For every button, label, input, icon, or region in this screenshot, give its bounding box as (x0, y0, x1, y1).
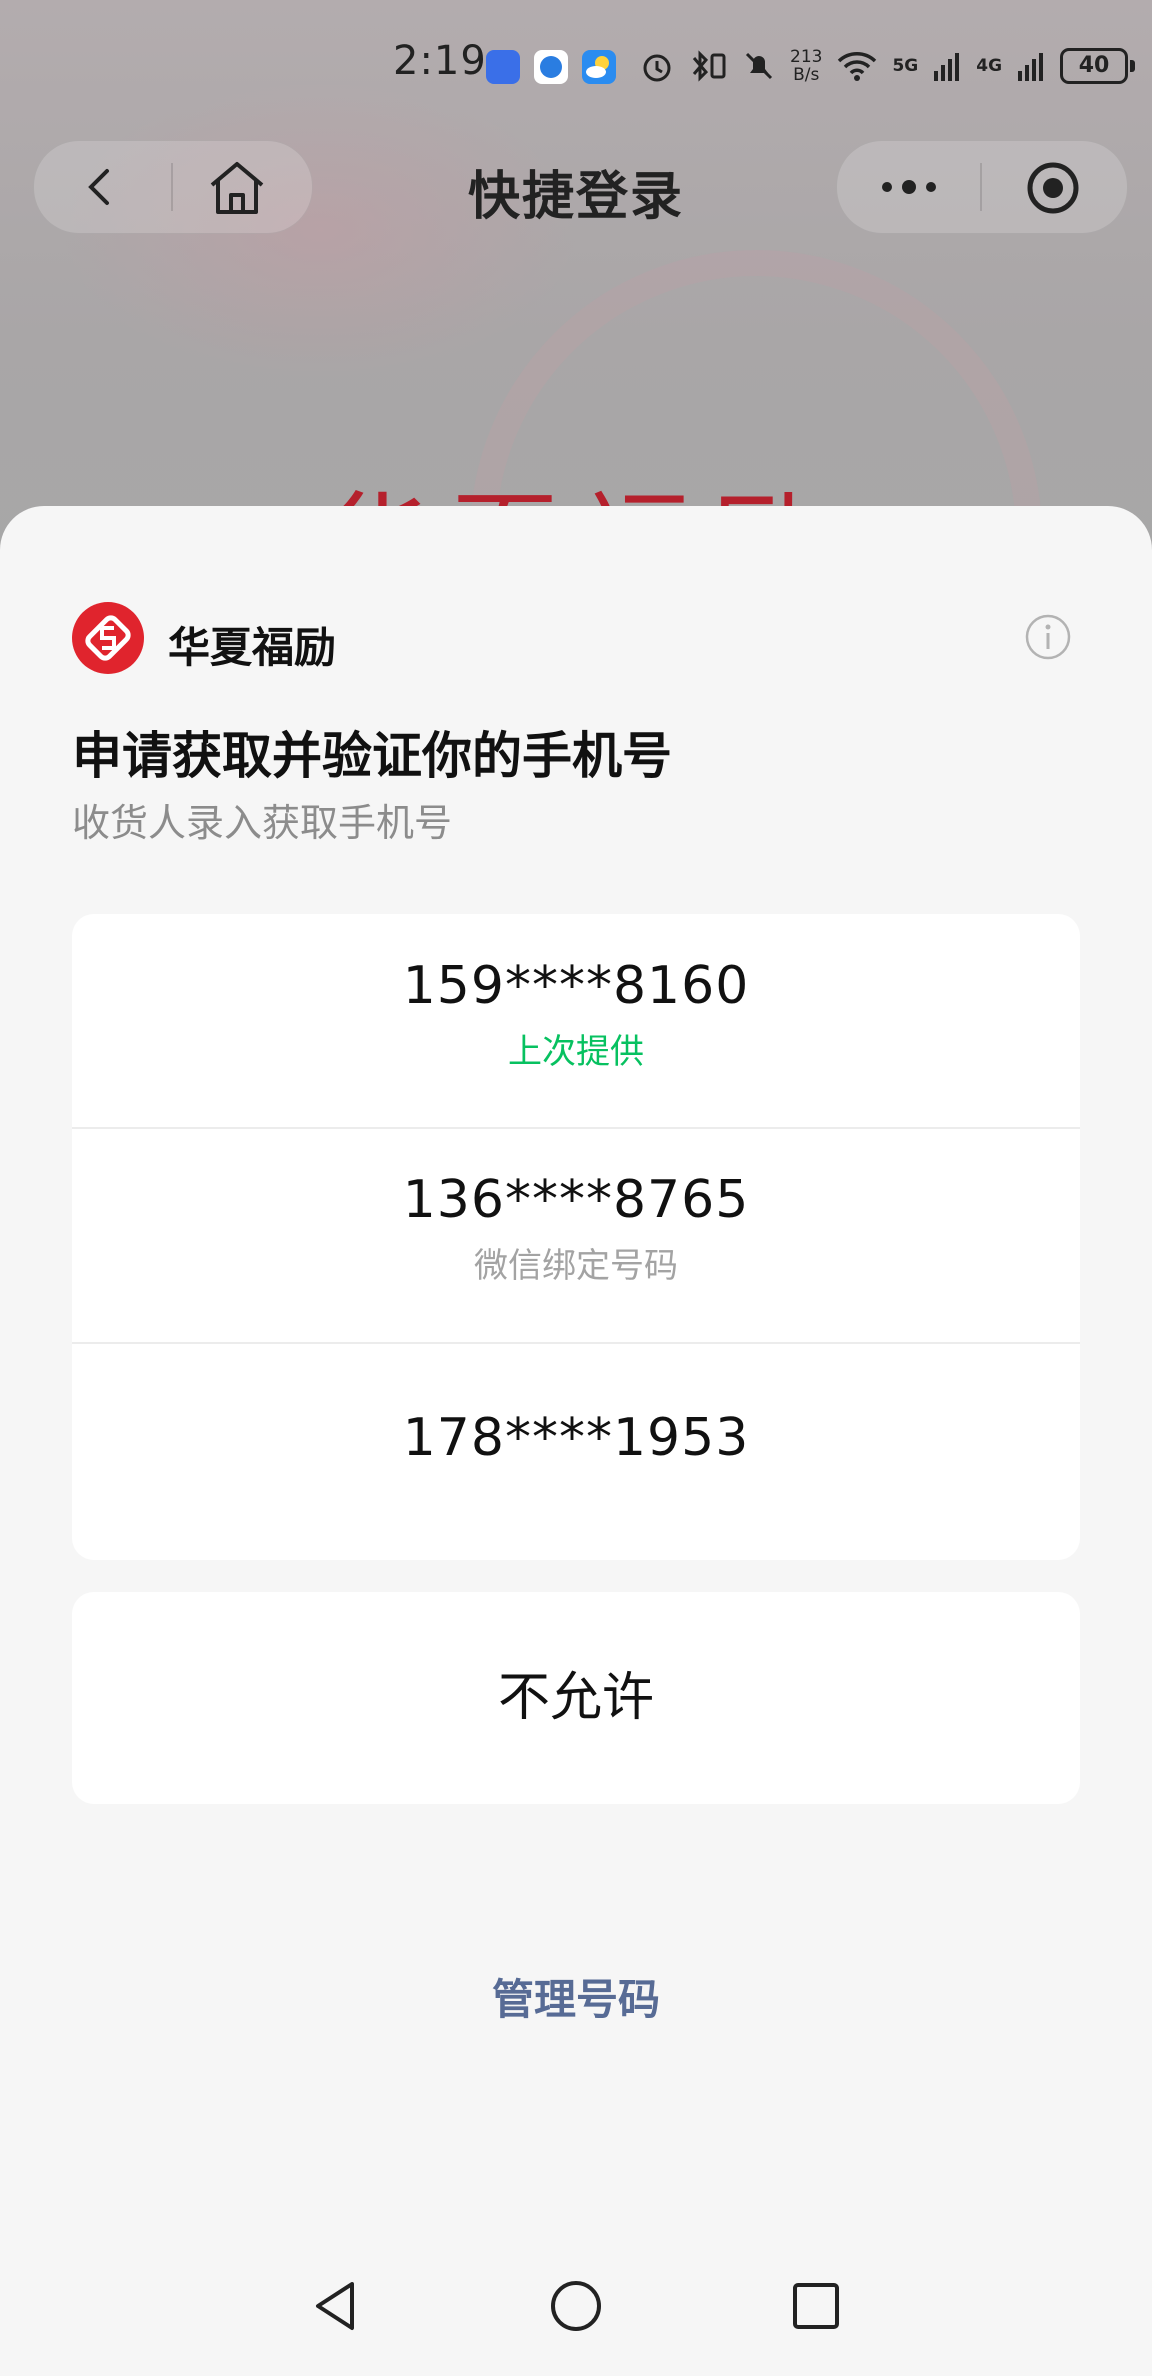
status-bar: 2:19 213 B/s 5G 4G 40 (0, 30, 1152, 100)
phone-number: 136****8765 (402, 1170, 750, 1230)
app-logo-icon (72, 602, 144, 674)
app-notification-icon (486, 50, 520, 84)
signal-4g-label: 4G (976, 56, 1003, 76)
network-speed: 213 B/s (790, 47, 823, 85)
phone-list: 159****8160 上次提供 136****8765 微信绑定号码 178*… (72, 914, 1080, 1560)
request-subtitle: 收货人录入获取手机号 (72, 801, 453, 845)
background-page: 华夏福励 2:19 213 B/s 5G 4G 40 (0, 0, 1152, 560)
browser-notification-icon (534, 50, 568, 84)
request-title: 申请获取并验证你的手机号 (72, 727, 672, 785)
phone-option-1[interactable]: 159****8160 上次提供 (72, 956, 1080, 1073)
phone-number: 159****8160 (402, 956, 750, 1016)
status-icons: 213 B/s 5G 4G 40 (640, 46, 1136, 86)
close-miniprogram-icon[interactable] (1024, 159, 1082, 217)
system-recents-icon[interactable] (786, 2276, 846, 2336)
bluetooth-vibrate-icon (692, 50, 726, 82)
mute-icon (745, 52, 773, 80)
signal-5g-icon (934, 53, 960, 81)
nav-right-capsule (836, 140, 1128, 234)
phone-option-2[interactable]: 136****8765 微信绑定号码 (72, 1170, 1080, 1287)
phone-auth-sheet: 华夏福励 申请获取并验证你的手机号 收货人录入获取手机号 159****8160… (0, 506, 1152, 2376)
system-back-icon[interactable] (306, 2276, 366, 2336)
divider (72, 1127, 1080, 1129)
more-icon[interactable] (879, 171, 939, 203)
signal-5g-label: 5G (892, 56, 919, 76)
manage-numbers-link[interactable]: 管理号码 (0, 1966, 1152, 2027)
weather-notification-icon (582, 50, 616, 84)
phone-option-3[interactable]: 178****1953 (72, 1408, 1080, 1468)
wifi-icon (838, 52, 877, 81)
info-icon[interactable] (1025, 614, 1071, 660)
status-time: 2:19 (393, 38, 487, 84)
phone-tag: 微信绑定号码 (474, 1246, 678, 1286)
app-name: 华夏福励 (168, 623, 337, 672)
phone-tag: 上次提供 (508, 1032, 644, 1072)
alarm-icon (643, 54, 671, 82)
system-home-icon[interactable] (546, 2276, 606, 2336)
battery-indicator: 40 (1060, 48, 1136, 84)
phone-number: 178****1953 (402, 1408, 750, 1468)
deny-button[interactable]: 不允许 (72, 1592, 1080, 1804)
divider (72, 1342, 1080, 1344)
signal-4g-icon (1018, 53, 1044, 81)
